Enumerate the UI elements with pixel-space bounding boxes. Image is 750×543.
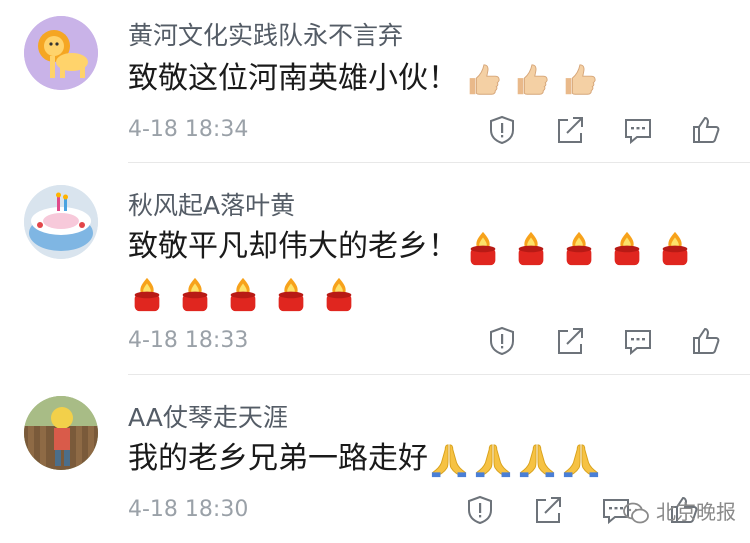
candle-icon: [512, 229, 550, 267]
comment-text: 致敬平凡却伟大的老乡！: [128, 224, 704, 271]
comment-text: 我的老乡兄弟一路走好: [128, 436, 606, 483]
praying-hands-icon: [562, 441, 600, 479]
candle-icon: [464, 229, 502, 267]
comment-username[interactable]: 秋风起A落叶黄: [128, 186, 295, 222]
watermark: 北京晚报: [622, 496, 736, 528]
divider: [128, 162, 750, 163]
comment-timestamp: 4-18 18:30: [128, 497, 249, 522]
share-icon[interactable]: [532, 494, 564, 526]
comment-text-continued: [128, 270, 368, 317]
candle-icon: [224, 275, 262, 313]
child-photo-avatar[interactable]: [24, 396, 98, 470]
thumbs-up-icon: [464, 61, 502, 99]
comment-username[interactable]: AA仗琴走天涯: [128, 398, 288, 434]
thumbs-up-icon: [512, 61, 550, 99]
candle-icon: [656, 229, 694, 267]
cake-icon: [24, 185, 98, 259]
reply-icon[interactable]: [622, 325, 654, 357]
candle-icon: [176, 275, 214, 313]
lion-icon: [24, 16, 98, 90]
emoji-row: [464, 57, 608, 103]
comment-timestamp: 4-18 18:34: [128, 117, 249, 142]
candle-icon: [560, 229, 598, 267]
reply-icon[interactable]: [622, 114, 654, 146]
comment-text: 致敬这位河南英雄小伙！: [128, 56, 608, 103]
watermark-text: 北京晚报: [656, 499, 736, 524]
emoji-row: [430, 437, 606, 483]
report-icon[interactable]: [486, 114, 518, 146]
report-icon[interactable]: [486, 325, 518, 357]
divider: [128, 374, 750, 375]
child-photo-icon: [24, 396, 98, 470]
wechat-icon: [623, 502, 649, 524]
comment-username[interactable]: 黄河文化实践队永不言弃: [128, 16, 403, 52]
emoji-row: [128, 271, 368, 317]
comment-text-content: 致敬平凡却伟大的老乡！: [128, 229, 458, 264]
lion-avatar[interactable]: [24, 16, 98, 90]
like-icon[interactable]: [690, 114, 722, 146]
comment-timestamp: 4-18 18:33: [128, 328, 249, 353]
comment-item: 黄河文化实践队永不言弃 致敬这位河南英雄小伙！ 4-18 18:34: [0, 0, 750, 150]
share-icon[interactable]: [554, 114, 586, 146]
candle-icon: [272, 275, 310, 313]
share-icon[interactable]: [554, 325, 586, 357]
candle-icon: [320, 275, 358, 313]
candle-icon: [608, 229, 646, 267]
candle-icon: [128, 275, 166, 313]
like-icon[interactable]: [690, 325, 722, 357]
report-icon[interactable]: [464, 494, 496, 526]
praying-hands-icon: [518, 441, 556, 479]
praying-hands-icon: [474, 441, 512, 479]
comment-text-content: 我的老乡兄弟一路走好: [128, 441, 428, 476]
comment-text-content: 致敬这位河南英雄小伙！: [128, 61, 458, 96]
emoji-row: [464, 225, 704, 271]
thumbs-up-icon: [560, 61, 598, 99]
praying-hands-icon: [430, 441, 468, 479]
birthday-cake-avatar[interactable]: [24, 185, 98, 259]
